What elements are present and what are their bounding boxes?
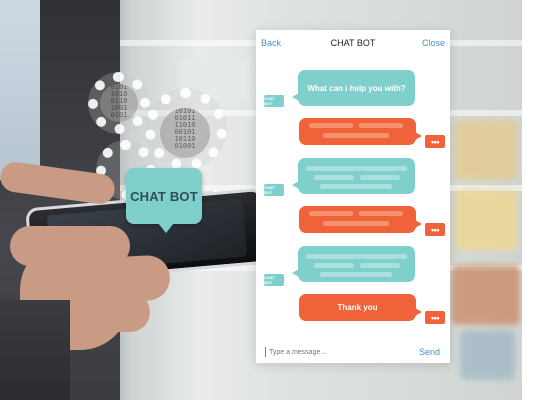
- chat-window: Back CHAT BOT Close What can i help you …: [256, 30, 450, 363]
- send-button[interactable]: Send: [419, 347, 440, 357]
- text-placeholder-line: [360, 263, 400, 268]
- user-avatar: •••: [425, 223, 445, 236]
- shelf-products: [452, 265, 520, 325]
- bot-message: [292, 158, 415, 194]
- text-placeholder-line: [306, 254, 407, 259]
- text-placeholder-line: [320, 272, 392, 277]
- text-placeholder-line: [360, 175, 400, 180]
- bot-message-text: What can i help you with?: [307, 84, 406, 93]
- text-placeholder-line: [359, 211, 403, 216]
- sleeve-cuff: [0, 300, 70, 400]
- user-message-text: Thank you: [337, 303, 378, 312]
- message-composer: Send: [256, 341, 450, 363]
- user-message: [299, 118, 422, 145]
- bot-message: What can i help you with?: [292, 70, 415, 106]
- user-message: Thank you: [299, 294, 422, 321]
- chat-bot-badge-label: CHAT BOT: [130, 188, 198, 204]
- binary-gear-icon: 0101 1010 0110 1001 0101: [100, 84, 138, 122]
- user-avatar: •••: [425, 311, 445, 324]
- bot-avatar: CHAT BOT: [264, 274, 284, 286]
- chat-bot-badge: CHAT BOT: [126, 168, 202, 233]
- chat-title: CHAT BOT: [330, 38, 376, 48]
- text-placeholder-line: [306, 166, 407, 171]
- text-placeholder-line: [314, 175, 354, 180]
- bot-message: [292, 246, 415, 282]
- person-shirt: [0, 0, 40, 180]
- text-placeholder-line: [309, 123, 353, 128]
- text-placeholder-line: [314, 263, 354, 268]
- user-avatar: •••: [425, 135, 445, 148]
- message-input[interactable]: [269, 345, 409, 359]
- text-placeholder-line: [323, 221, 389, 226]
- close-button[interactable]: Close: [422, 38, 445, 48]
- binary-gear-icon: 10101 01011 11010 00101 10110 01001: [160, 108, 210, 158]
- shelf-products: [455, 190, 517, 250]
- shelf-products: [455, 120, 517, 180]
- shelf-products: [460, 330, 515, 380]
- page-margin: [522, 0, 550, 400]
- chat-header: Back CHAT BOT Close: [256, 30, 450, 56]
- text-placeholder-line: [359, 123, 403, 128]
- text-placeholder-line: [309, 211, 353, 216]
- text-cursor: [265, 347, 266, 357]
- text-placeholder-line: [320, 184, 392, 189]
- bot-avatar: CHAT BOT: [264, 95, 284, 107]
- user-message: [299, 206, 422, 233]
- bot-avatar: CHAT BOT: [264, 184, 284, 196]
- text-placeholder-line: [323, 133, 389, 138]
